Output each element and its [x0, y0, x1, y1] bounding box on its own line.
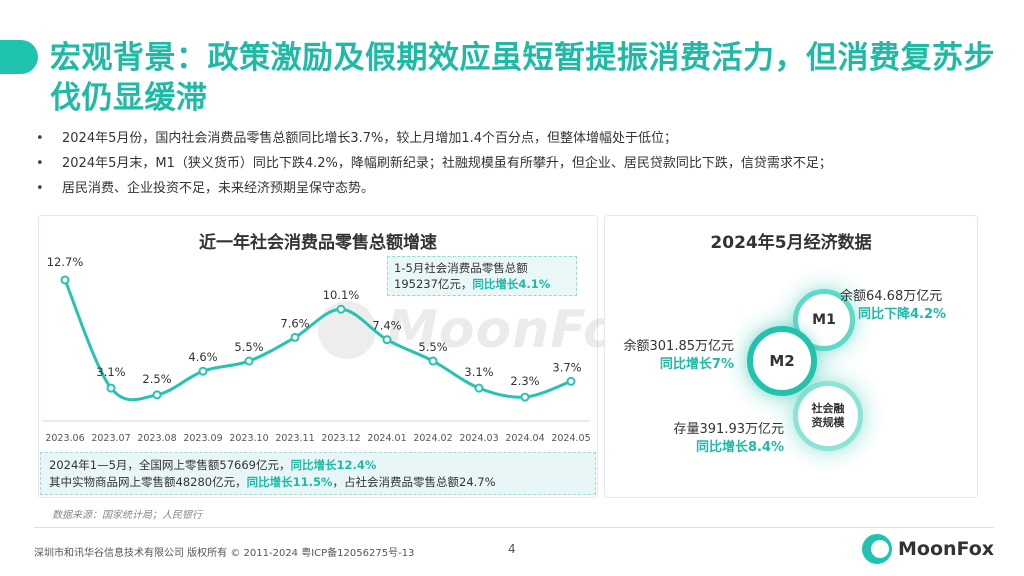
data-label: 7.4%	[372, 319, 401, 333]
social-label-line1: 社会融	[811, 402, 845, 415]
summary-line2-growth: 同比增长11.5%	[246, 475, 333, 489]
data-point	[382, 335, 392, 345]
callout-value: 195237亿元，	[394, 277, 473, 291]
bullet-item: 2024年5月份，国内社会消费品零售总额同比增长3.7%，较上月增加1.4个百分…	[34, 128, 1004, 150]
social-change: 同比增长8.4%	[695, 440, 784, 455]
social-financing-data: 存量391.93万亿元 同比增长8.4%	[640, 421, 785, 457]
copyright-text: 深圳市和讯华谷信息技术有限公司 版权所有 © 2011-2024 粤ICP备12…	[34, 548, 415, 559]
data-point	[290, 332, 300, 342]
m2-data: 余额301.85万亿元 同比增长7%	[606, 338, 735, 374]
data-label: 7.6%	[280, 316, 309, 330]
callout-growth: 同比增长4.1%	[472, 277, 551, 291]
data-label: 5.5%	[418, 340, 447, 354]
m2-bubble: M2	[747, 326, 817, 396]
data-label: 2.3%	[510, 374, 539, 388]
x-tick-label: 2023.07	[91, 433, 130, 444]
summary-line1-growth: 同比增长12.4%	[290, 458, 377, 472]
summary-line2: 其中实物商品网上零售额48280亿元，	[49, 475, 247, 489]
x-tick-label: 2024.02	[413, 433, 452, 444]
data-label: 10.1%	[323, 288, 360, 302]
data-label: 4.6%	[188, 350, 217, 364]
m1-value: 余额64.68万亿元	[840, 289, 943, 304]
data-point	[566, 376, 576, 386]
brand-name: MoonFox	[898, 538, 995, 560]
ytd-retail-callout: 1-5月社会消费品零售总额 195237亿元，同比增长4.1%	[387, 256, 577, 296]
m2-change: 同比增长7%	[659, 357, 734, 372]
data-label: 3.1%	[464, 365, 493, 379]
moonfox-logo-icon	[862, 534, 892, 564]
x-tick-label: 2024.05	[551, 433, 590, 444]
data-label: 5.5%	[234, 340, 263, 354]
x-tick-label: 2024.03	[459, 433, 498, 444]
social-value: 存量391.93万亿元	[673, 422, 785, 437]
data-point	[106, 383, 116, 393]
online-retail-summary: 2024年1—5月，全国网上零售额57669亿元，同比增长12.4% 其中实物商…	[40, 452, 596, 495]
x-tick-label: 2023.08	[137, 433, 176, 444]
series-line	[63, 279, 572, 402]
data-label: 3.7%	[552, 360, 581, 374]
brand-logo: MoonFox	[862, 534, 994, 564]
m1-data: 余额64.68万亿元 同比下降4.2%	[840, 288, 974, 324]
data-label: 2.5%	[142, 372, 171, 386]
data-point	[474, 383, 484, 393]
data-point	[244, 356, 254, 366]
data-point	[198, 366, 208, 376]
x-tick-label: 2024.01	[367, 433, 406, 444]
x-tick-label: 2023.10	[229, 433, 268, 444]
title-accent-bar	[0, 40, 38, 74]
x-tick-label: 2023.12	[321, 433, 360, 444]
page-title: 宏观背景：政策激励及假期效应虽短暂提振消费活力，但消费复苏步伐仍显缓滞	[50, 40, 995, 116]
x-tick-label: 2023.11	[275, 433, 314, 444]
social-label-line2: 资规模	[811, 416, 845, 429]
x-tick-label: 2023.06	[45, 433, 84, 444]
data-point	[520, 392, 530, 402]
bullet-item: 居民消费、企业投资不足，未来经济预期呈保守态势。	[34, 178, 1004, 200]
bullet-list: 2024年5月份，国内社会消费品零售总额同比增长3.7%，较上月增加1.4个百分…	[34, 128, 1004, 203]
x-tick-label: 2023.09	[183, 433, 222, 444]
callout-line1: 1-5月社会消费品零售总额	[394, 261, 528, 275]
footer-divider	[34, 527, 994, 528]
page-number: 4	[508, 542, 516, 556]
data-point	[428, 356, 438, 366]
m2-value: 余额301.85万亿元	[623, 339, 735, 354]
x-tick-label: 2024.04	[505, 433, 544, 444]
data-label: 3.1%	[96, 365, 125, 379]
summary-line1: 2024年1—5月，全国网上零售额57669亿元，	[49, 458, 291, 472]
data-point	[152, 390, 162, 400]
summary-line2-suffix: ，占社会消费品零售总额24.7%	[332, 475, 496, 489]
economic-panel-title: 2024年5月经济数据	[710, 233, 872, 253]
data-point	[336, 304, 346, 314]
data-label: 12.7%	[47, 255, 84, 269]
bullet-item: 2024年5月末，M1（狭义货币）同比下跌4.2%，降幅刷新纪录；社融规模虽有所…	[34, 153, 1004, 175]
data-point	[60, 275, 70, 285]
retail-growth-line-chart: 12.7% 2023.06 3.1% 2023.07 2.5% 2023.08 4.6% 20…	[42, 255, 591, 444]
m1-change: 同比下降4.2%	[858, 307, 947, 322]
data-source: 数据来源：国家统计局；人民银行	[52, 510, 202, 521]
social-financing-bubble: 社会融 资规模	[793, 381, 863, 451]
